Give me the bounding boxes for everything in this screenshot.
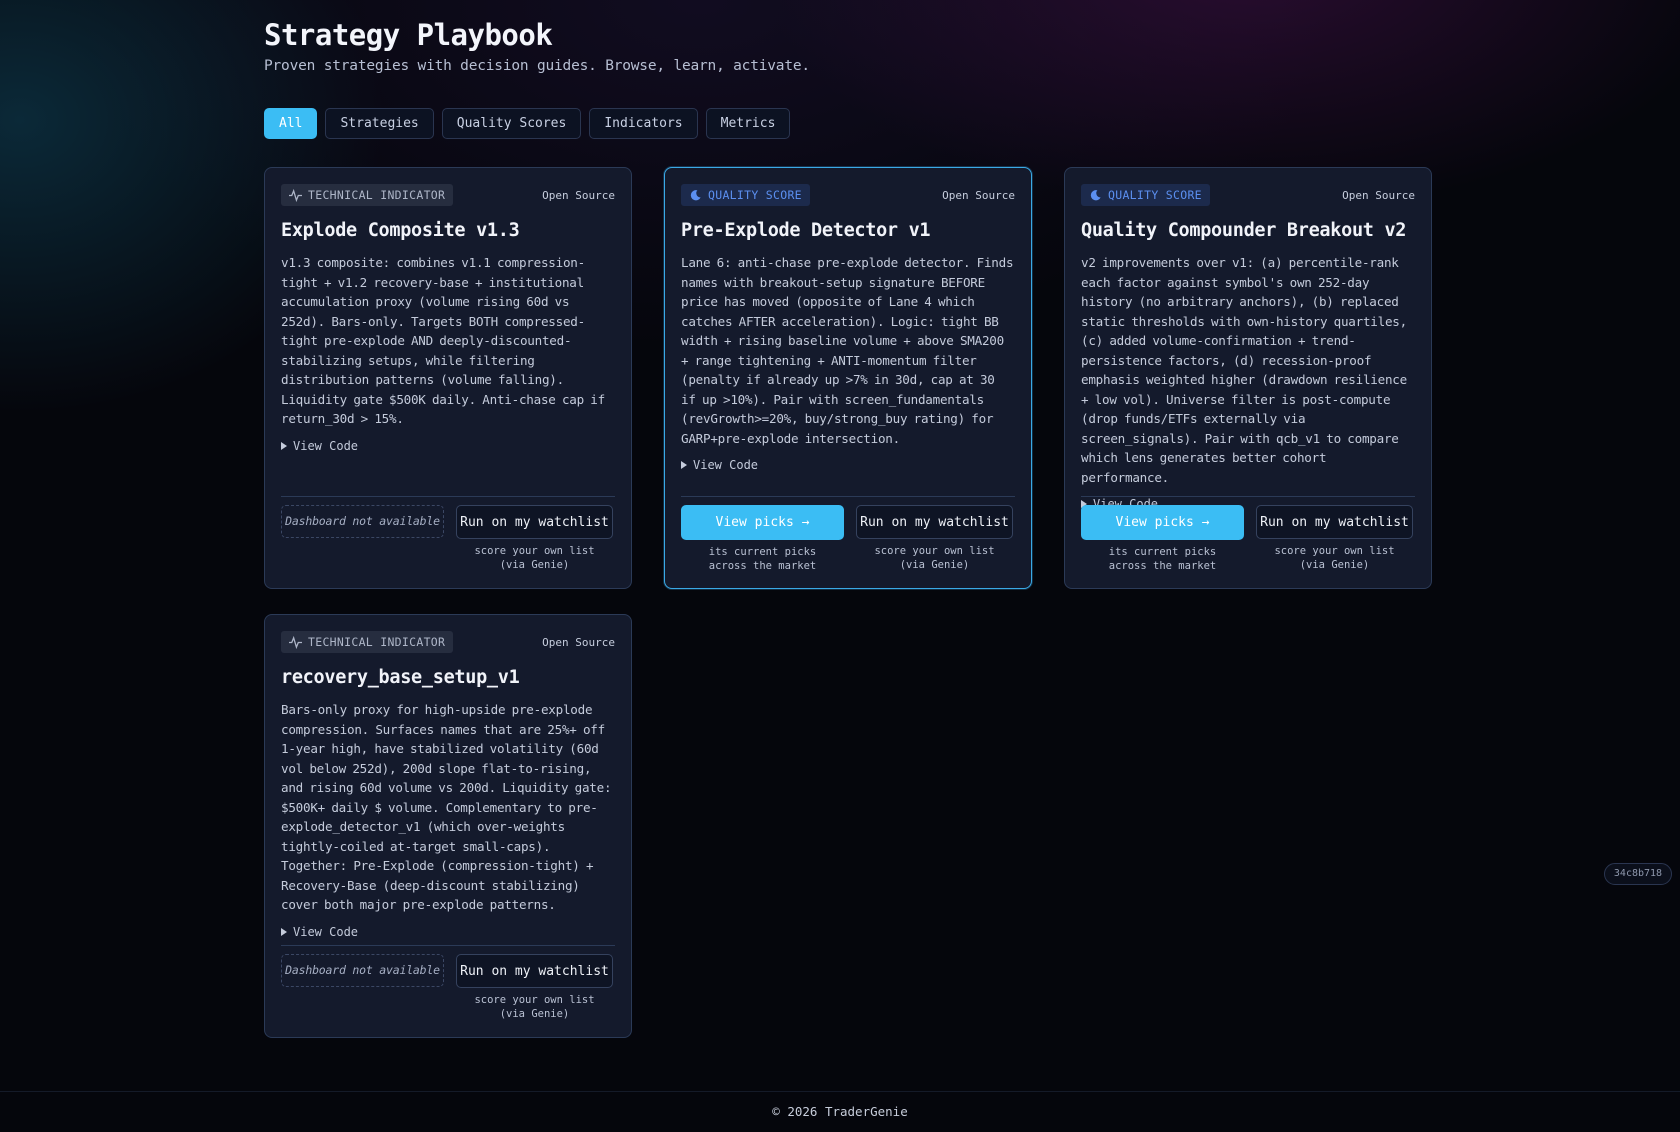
badge-quality-score: QUALITY SCORE bbox=[681, 184, 810, 206]
card-description: v2 improvements over v1: (a) percentile-… bbox=[1081, 255, 1407, 485]
run-watchlist-hint: score your own list (via Genie) bbox=[474, 994, 595, 1020]
card-actions: Dashboard not available Run on my watchl… bbox=[281, 945, 615, 1037]
page-subtitle: Proven strategies with decision guides. … bbox=[264, 58, 810, 74]
run-watchlist-hint: score your own list (via Genie) bbox=[874, 545, 995, 571]
filter-metrics[interactable]: Metrics bbox=[705, 108, 791, 139]
strategy-card: TECHNICAL INDICATOR Open Source Explode … bbox=[264, 167, 632, 589]
card-description: Lane 6: anti-chase pre-explode detector.… bbox=[681, 255, 1014, 446]
strategy-card: QUALITY SCORE Open Source Quality Compou… bbox=[1064, 167, 1432, 589]
dashboard-unavailable: Dashboard not available bbox=[281, 505, 444, 538]
triangle-right-icon bbox=[281, 441, 287, 450]
moon-icon bbox=[1090, 189, 1101, 200]
run-watchlist-button[interactable]: Run on my watchlist bbox=[456, 954, 613, 988]
badge-technical-indicator: TECHNICAL INDICATOR bbox=[281, 631, 454, 653]
run-watchlist-hint: score your own list (via Genie) bbox=[474, 545, 595, 571]
card-title: recovery_base_setup_v1 bbox=[281, 667, 520, 688]
run-watchlist-button[interactable]: Run on my watchlist bbox=[1256, 505, 1413, 539]
filter-quality-scores[interactable]: Quality Scores bbox=[441, 108, 582, 139]
badge-quality-score: QUALITY SCORE bbox=[1081, 184, 1210, 206]
license-label: Open Source bbox=[542, 635, 615, 649]
view-picks-hint: its current picks across the market bbox=[1108, 546, 1217, 572]
version-tag: 34c8b718 bbox=[1604, 863, 1672, 885]
view-code-toggle[interactable]: View Code bbox=[281, 439, 615, 453]
footer-copyright: © 2026 TraderGenie bbox=[0, 1091, 1680, 1132]
pulse-icon bbox=[289, 635, 302, 649]
view-code-label: View Code bbox=[293, 438, 359, 453]
triangle-right-icon bbox=[281, 927, 287, 936]
card-actions: View picks → its current picks across th… bbox=[1081, 496, 1415, 588]
card-title: Quality Compounder Breakout v2 bbox=[1081, 220, 1407, 241]
filter-strategies[interactable]: Strategies bbox=[325, 108, 434, 139]
dashboard-unavailable: Dashboard not available bbox=[281, 954, 444, 987]
view-code-label: View Code bbox=[293, 924, 359, 939]
triangle-right-icon bbox=[681, 461, 687, 469]
moon-icon bbox=[690, 189, 701, 200]
run-watchlist-button[interactable]: Run on my watchlist bbox=[456, 505, 613, 539]
view-picks-button[interactable]: View picks → bbox=[1081, 505, 1244, 540]
card-actions: View picks → its current picks across th… bbox=[681, 496, 1015, 588]
view-code-toggle[interactable]: View Code bbox=[281, 925, 615, 939]
badge-label: QUALITY SCORE bbox=[1108, 188, 1202, 202]
card-title: Explode Composite v1.3 bbox=[281, 220, 520, 241]
view-code-label: View Code bbox=[693, 458, 759, 472]
card-title: Pre-Explode Detector v1 bbox=[681, 220, 931, 241]
run-watchlist-hint: score your own list (via Genie) bbox=[1274, 545, 1395, 571]
filter-all[interactable]: All bbox=[264, 108, 318, 139]
view-picks-button[interactable]: View picks → bbox=[681, 505, 844, 540]
license-label: Open Source bbox=[542, 188, 615, 202]
card-description: Bars-only proxy for high-upside pre-expl… bbox=[281, 702, 612, 912]
card-actions: Dashboard not available Run on my watchl… bbox=[281, 496, 615, 588]
view-code-toggle[interactable]: View Code bbox=[681, 458, 1015, 472]
card-description: v1.3 composite: combines v1.1 compressio… bbox=[281, 255, 605, 426]
strategy-card: QUALITY SCORE Open Source Pre-Explode De… bbox=[664, 167, 1032, 589]
license-label: Open Source bbox=[942, 188, 1015, 202]
badge-label: TECHNICAL INDICATOR bbox=[308, 635, 446, 649]
filter-bar: All Strategies Quality Scores Indicators… bbox=[264, 108, 791, 139]
badge-label: QUALITY SCORE bbox=[708, 188, 802, 202]
badge-label: TECHNICAL INDICATOR bbox=[308, 188, 446, 202]
run-watchlist-button[interactable]: Run on my watchlist bbox=[856, 505, 1013, 539]
page-title: Strategy Playbook bbox=[264, 18, 553, 52]
license-label: Open Source bbox=[1342, 188, 1415, 202]
strategy-card: TECHNICAL INDICATOR Open Source recovery… bbox=[264, 614, 632, 1038]
view-picks-hint: its current picks across the market bbox=[708, 546, 817, 572]
pulse-icon bbox=[289, 188, 302, 202]
badge-technical-indicator: TECHNICAL INDICATOR bbox=[281, 184, 454, 206]
filter-indicators[interactable]: Indicators bbox=[589, 108, 698, 139]
